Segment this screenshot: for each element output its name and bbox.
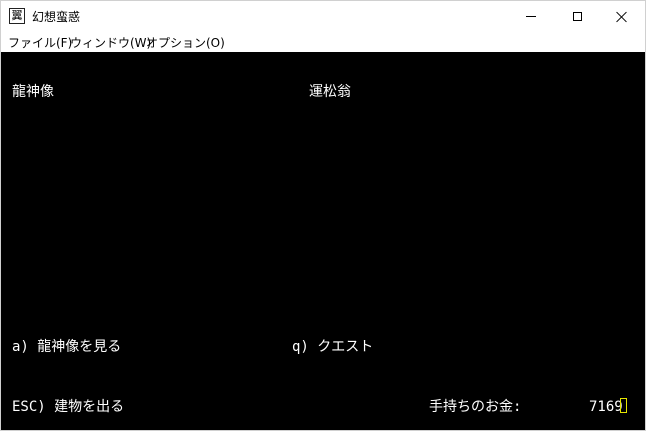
close-icon [616,11,628,23]
money-label: 手持ちのお金: [429,399,522,415]
menu-option-a[interactable]: a) 龍神像を見る [12,339,121,355]
menu-option-esc[interactable]: ESC) 建物を出る [12,399,124,415]
location-left-title: 龍神像 [12,84,54,100]
close-button[interactable] [599,1,645,32]
menu-file[interactable]: ファイル(F) [8,34,72,51]
menu-option[interactable]: オプション(O) [146,34,225,51]
money-value: 7169 [589,399,623,415]
app-icon[interactable]: 翼 [9,8,25,24]
title-bar[interactable]: 翼 幻想蛮惑 [1,1,645,32]
app-window: 翼 幻想蛮惑 ファイル(F) ウィンドウ(W) オプション(O) 龍神像 運松翁… [0,0,646,431]
menu-option-q[interactable]: q) クエスト [292,339,373,355]
maximize-icon [572,12,582,21]
menu-bar: ファイル(F) ウィンドウ(W) オプション(O) [1,32,645,52]
minimize-button[interactable] [508,1,554,32]
location-right-title: 運松翁 [309,84,351,100]
text-cursor [620,398,627,413]
maximize-button[interactable] [554,1,600,32]
game-console[interactable]: 龍神像 運松翁 a) 龍神像を見る q) クエスト ESC) 建物を出る 手持ち… [1,52,645,430]
menu-window[interactable]: ウィンドウ(W) [70,34,151,51]
minimize-icon [526,16,536,17]
window-title: 幻想蛮惑 [32,10,81,24]
